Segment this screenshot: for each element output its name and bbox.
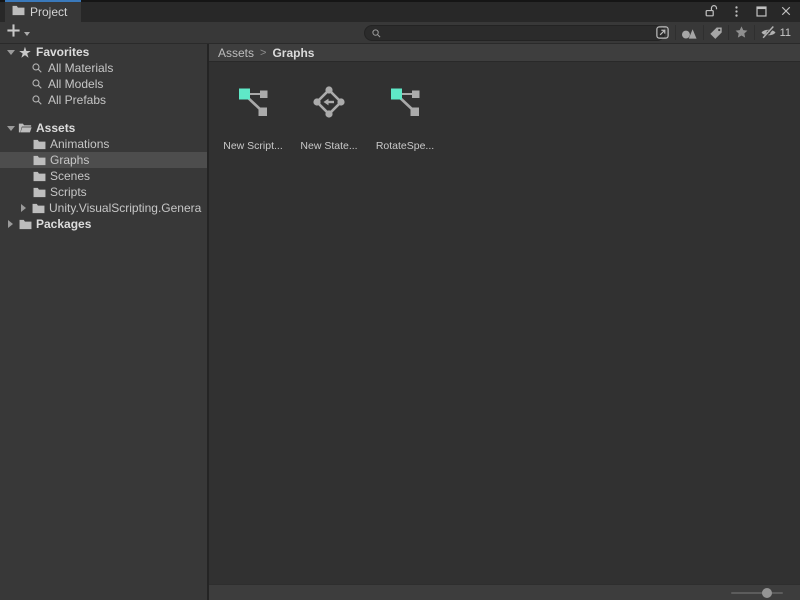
item-label: Scenes xyxy=(50,169,90,183)
project-toolbar: 11 xyxy=(0,22,800,44)
kebab-menu-icon[interactable] xyxy=(728,3,744,19)
state-graph-icon xyxy=(313,86,345,118)
thumbnail-zoom-slider[interactable] xyxy=(731,592,783,594)
asset-item-new-state[interactable]: New State... xyxy=(291,86,367,152)
search-icon xyxy=(29,78,45,90)
breadcrumb-root[interactable]: Assets xyxy=(218,46,254,60)
toolbar-right-buttons: 11 xyxy=(650,22,798,43)
foldout-expanded-icon[interactable] xyxy=(4,126,17,131)
caret-down-icon xyxy=(24,32,30,36)
star-icon[interactable] xyxy=(729,22,754,43)
hidden-count-label: 11 xyxy=(780,27,793,39)
asset-browser-panel: Assets > Graphs New Script... xyxy=(209,44,800,600)
sidebar-item-unity-visualscripting-generated[interactable]: Unity.VisualScripting.Genera xyxy=(0,200,207,216)
folder-icon xyxy=(31,139,47,150)
tab-project[interactable]: Project xyxy=(5,0,81,22)
item-label: All Models xyxy=(48,77,103,91)
section-label: Favorites xyxy=(36,45,89,59)
sidebar-item-all-materials[interactable]: All Materials xyxy=(0,60,207,76)
item-label: Graphs xyxy=(50,153,89,167)
foldout-collapsed-icon[interactable] xyxy=(4,220,17,228)
sidebar-item-scenes[interactable]: Scenes xyxy=(0,168,207,184)
slider-knob[interactable] xyxy=(762,588,772,598)
sidebar-section-packages[interactable]: Packages xyxy=(0,216,207,232)
foldout-collapsed-icon[interactable] xyxy=(17,204,30,212)
search-input[interactable] xyxy=(386,26,660,40)
asset-item-label: New State... xyxy=(300,140,357,152)
folder-icon xyxy=(30,203,46,214)
open-in-search-icon[interactable] xyxy=(650,22,675,43)
folder-icon xyxy=(31,155,47,166)
asset-item-new-script[interactable]: New Script... xyxy=(215,86,291,152)
star-icon: ★ xyxy=(17,46,33,59)
search-icon xyxy=(29,62,45,74)
foldout-expanded-icon[interactable] xyxy=(4,50,17,55)
window-top-edge xyxy=(0,0,800,2)
tag-icon[interactable] xyxy=(704,22,728,43)
project-folder-tree: ★ Favorites All Materials All Models All… xyxy=(0,44,207,600)
sidebar-item-animations[interactable]: Animations xyxy=(0,136,207,152)
tree-section-gap xyxy=(0,108,207,120)
open-folder-icon xyxy=(17,122,33,134)
sidebar-item-all-models[interactable]: All Models xyxy=(0,76,207,92)
search-field[interactable] xyxy=(364,25,665,41)
plus-icon xyxy=(6,23,21,43)
sidebar-section-assets[interactable]: Assets xyxy=(0,120,207,136)
script-graph-icon xyxy=(237,86,269,118)
folder-icon xyxy=(31,171,47,182)
window-tab-bar: Project xyxy=(0,0,800,22)
sidebar-item-graphs[interactable]: Graphs xyxy=(0,152,207,168)
asset-item-label: New Script... xyxy=(223,140,283,152)
sidebar-item-scripts[interactable]: Scripts xyxy=(0,184,207,200)
sidebar-item-all-prefabs[interactable]: All Prefabs xyxy=(0,92,207,108)
search-icon xyxy=(371,28,382,39)
search-icon xyxy=(29,94,45,106)
item-label: Scripts xyxy=(50,185,87,199)
tab-label: Project xyxy=(30,5,67,19)
close-icon[interactable] xyxy=(778,3,794,19)
sidebar-section-favorites[interactable]: ★ Favorites xyxy=(0,44,207,60)
asset-grid: New Script... New State... xyxy=(209,62,800,152)
asset-item-rotatespeed[interactable]: RotateSpe... xyxy=(367,86,443,152)
item-label: All Materials xyxy=(48,61,113,75)
search-by-type-icon[interactable] xyxy=(676,22,703,43)
item-label: All Prefabs xyxy=(48,93,106,107)
breadcrumb: Assets > Graphs xyxy=(209,44,800,62)
hidden-count-toggle[interactable]: 11 xyxy=(755,22,798,43)
section-label: Assets xyxy=(36,121,75,135)
folder-icon xyxy=(17,219,33,230)
section-label: Packages xyxy=(36,217,91,231)
unlock-icon[interactable] xyxy=(703,3,719,19)
asset-item-label: RotateSpe... xyxy=(376,140,434,152)
script-graph-icon xyxy=(389,86,421,118)
folder-icon xyxy=(31,187,47,198)
folder-icon xyxy=(12,3,25,21)
create-asset-button[interactable] xyxy=(6,23,30,43)
maximize-icon[interactable] xyxy=(753,3,769,19)
item-label: Animations xyxy=(50,137,109,151)
window-controls xyxy=(703,0,794,22)
breadcrumb-separator: > xyxy=(260,47,266,59)
eye-slash-icon xyxy=(760,26,777,39)
item-label: Unity.VisualScripting.Genera xyxy=(49,201,201,215)
browser-status-bar xyxy=(209,584,800,600)
breadcrumb-current[interactable]: Graphs xyxy=(272,46,314,60)
